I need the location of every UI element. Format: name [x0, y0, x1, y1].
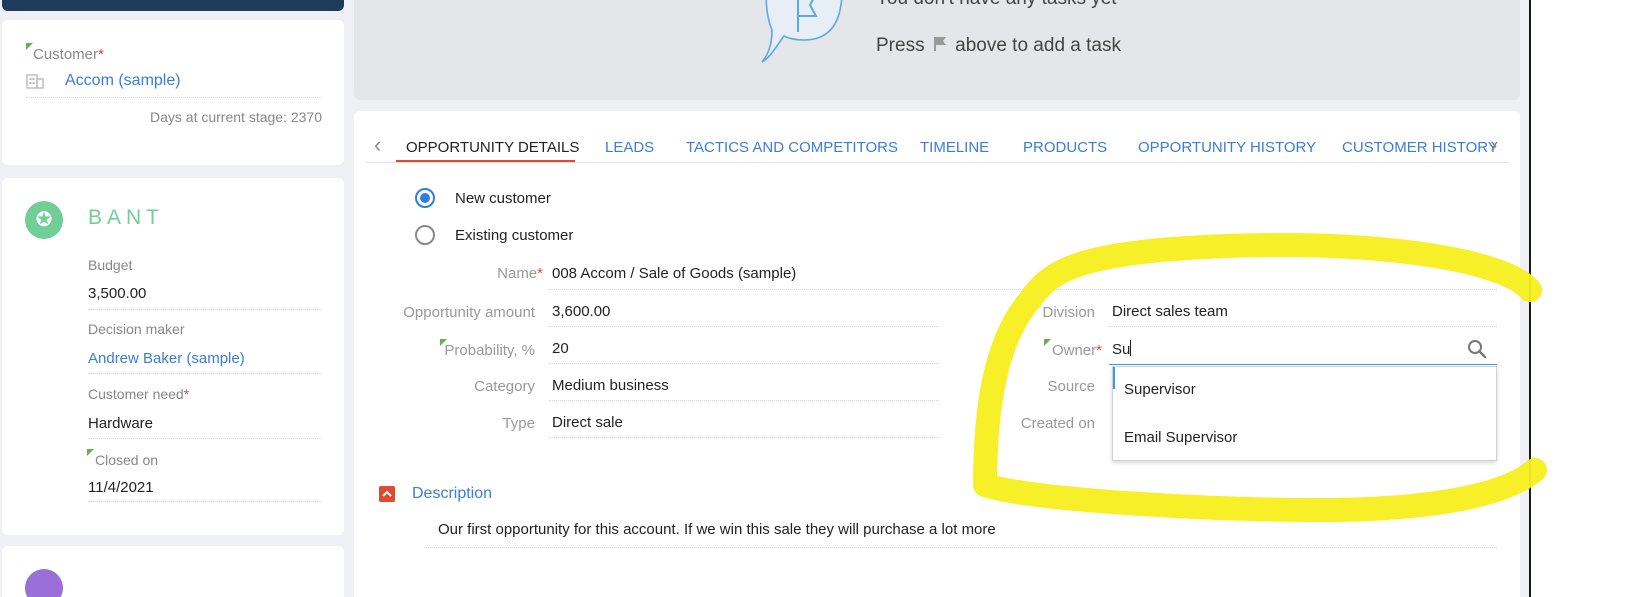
tab-leads[interactable]: LEADS [605, 139, 654, 156]
modified-indicator [87, 449, 94, 456]
name-field[interactable]: 008 Accom / Sale of Goods (sample) [552, 265, 796, 282]
bant-title: BANT [88, 206, 165, 229]
tab-tactics-and-competitors[interactable]: TACTICS AND COMPETITORS [686, 139, 898, 156]
closed-on-label: Closed on [95, 452, 159, 468]
customer-card: Customer* Accom (sample) Days at current… [2, 20, 344, 165]
category-label: Category [474, 378, 535, 395]
collapse-description-button[interactable] [379, 486, 395, 502]
budget-value[interactable]: 3,500.00 [88, 285, 146, 302]
radio-existing-customer-label[interactable]: Existing customer [455, 227, 573, 244]
customer-need-underline [88, 438, 322, 439]
tasks-hint: Press above to add a task [876, 35, 1121, 56]
description-text[interactable]: Our first opportunity for this account. … [438, 521, 996, 538]
days-at-stage: Days at current stage: 2370 [150, 109, 322, 125]
probability-field[interactable]: 20 [552, 340, 569, 357]
top-header-bar [2, 0, 344, 11]
customer-need-value[interactable]: Hardware [88, 415, 153, 432]
building-icon [26, 74, 44, 89]
closed-on-underline [88, 501, 322, 502]
customer-label: Customer* [33, 46, 104, 63]
modified-indicator [26, 43, 33, 50]
description-underline [424, 547, 1497, 548]
type-underline [549, 437, 939, 438]
amount-field[interactable]: 3,600.00 [552, 303, 610, 320]
decision-maker-label: Decision maker [88, 321, 185, 337]
tab-timeline[interactable]: TIMELINE [920, 139, 989, 156]
decision-maker-link[interactable]: Andrew Baker (sample) [88, 350, 245, 367]
next-card [2, 546, 344, 597]
amount-label: Opportunity amount [403, 304, 535, 321]
tabs-scroll-left[interactable]: ‹ [374, 132, 381, 158]
budget-label: Budget [88, 257, 133, 273]
decision-maker-underline [88, 373, 322, 374]
tab-opportunity-history[interactable]: OPPORTUNITY HISTORY [1138, 139, 1316, 156]
type-field[interactable]: Direct sale [552, 414, 623, 431]
flag-speech-bubble-icon [761, 0, 843, 63]
tabs-scroll-right[interactable]: › [1490, 132, 1497, 158]
bant-card: ✪ BANT Budget 3,500.00 Decision maker An… [2, 178, 344, 535]
category-underline [549, 400, 939, 401]
flag-icon [933, 36, 947, 52]
closed-on-value[interactable]: 11/4/2021 [88, 479, 154, 496]
radio-new-customer[interactable] [415, 188, 435, 208]
customer-underline [26, 97, 322, 98]
category-field[interactable]: Medium business [552, 377, 669, 394]
probability-label: Probability, % [444, 342, 535, 359]
amount-underline [549, 326, 939, 327]
tasks-empty-title: You don't have any tasks yet [876, 0, 1117, 10]
radio-existing-customer[interactable] [415, 225, 435, 245]
customer-link[interactable]: Accom (sample) [65, 72, 181, 90]
tab-opportunity-details[interactable]: OPPORTUNITY DETAILS [406, 139, 579, 156]
customer-need-label: Customer need* [88, 386, 190, 402]
type-label: Type [502, 415, 535, 432]
radio-new-customer-label[interactable]: New customer [455, 190, 551, 207]
tab-customer-history[interactable]: CUSTOMER HISTORY [1342, 139, 1498, 156]
name-label: Name* [497, 265, 543, 282]
tabs-divider [366, 162, 1508, 163]
next-card-icon [25, 569, 63, 597]
probability-underline [549, 363, 939, 364]
tab-products[interactable]: PRODUCTS [1023, 139, 1107, 156]
star-badge-icon: ✪ [25, 201, 63, 239]
highlight-annotation [973, 233, 1547, 522]
budget-underline [88, 309, 322, 310]
tasks-panel: You don't have any tasks yet Press above… [354, 0, 1520, 100]
description-title[interactable]: Description [412, 485, 492, 503]
